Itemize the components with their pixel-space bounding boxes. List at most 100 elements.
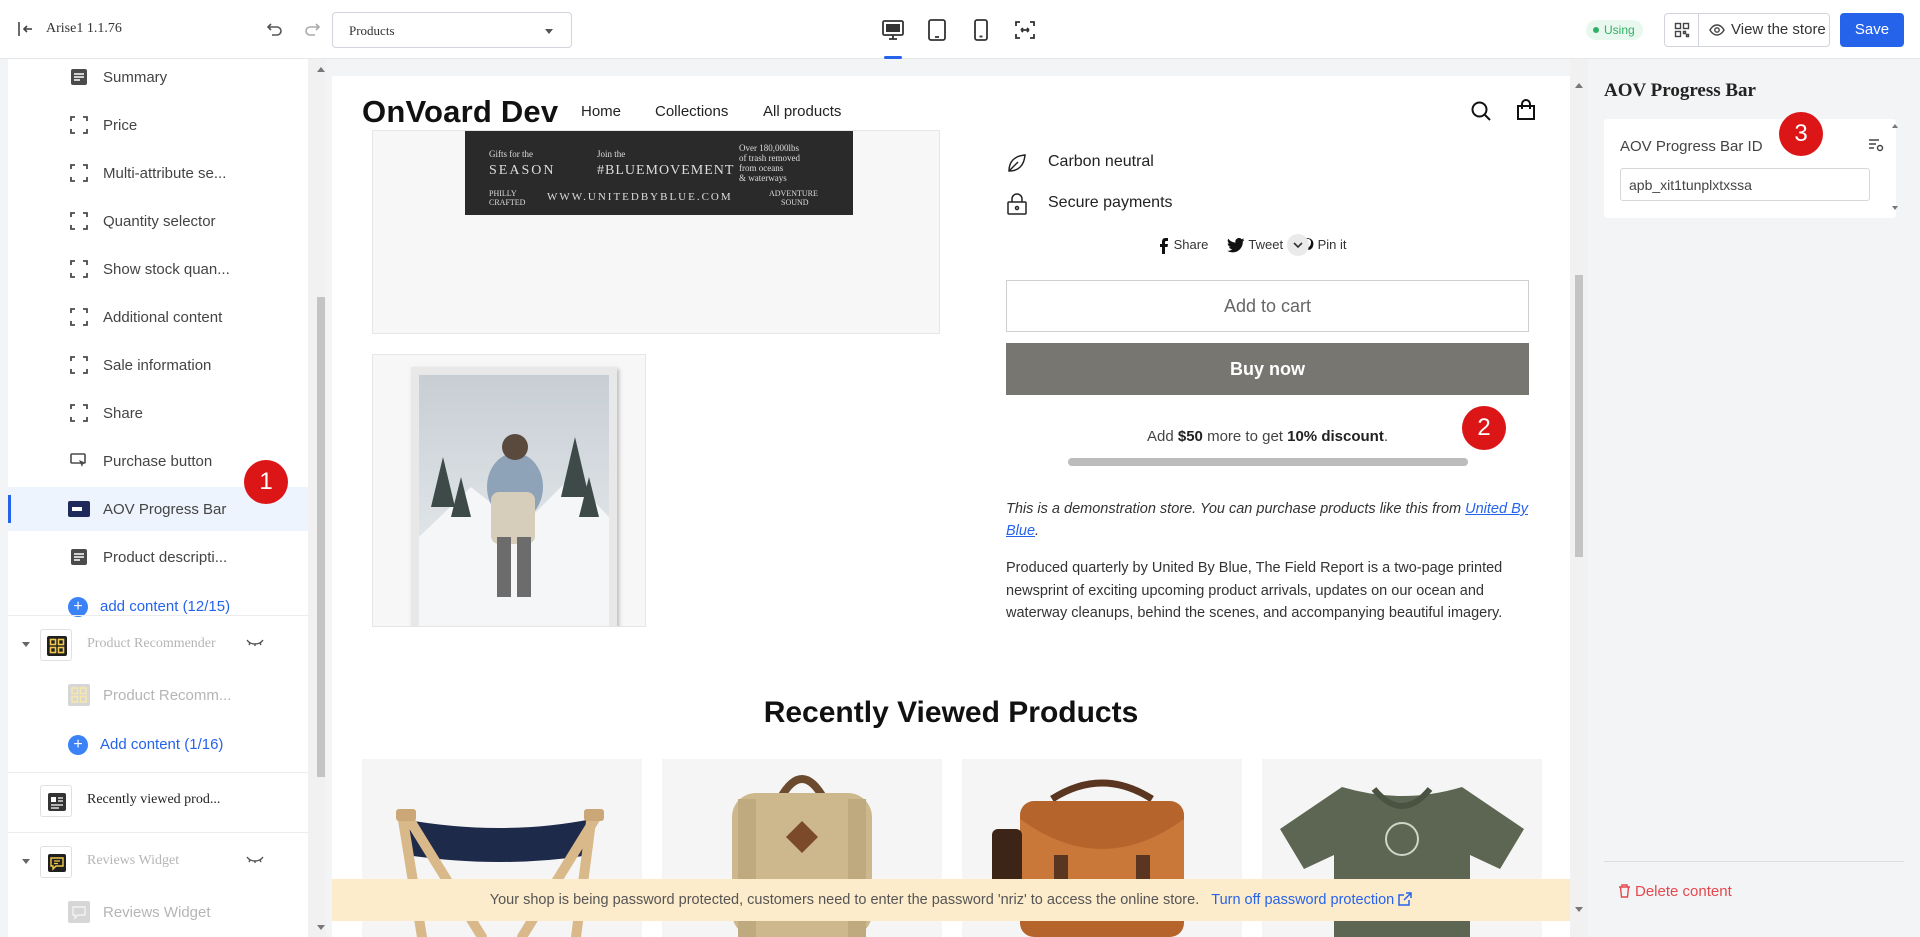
- panel-scroll-up-arrow[interactable]: [1892, 124, 1898, 128]
- sidebar-scrollbar[interactable]: [308, 59, 326, 937]
- section-icon-box: [40, 629, 72, 661]
- aov-progress-bar-id-input[interactable]: [1620, 168, 1870, 201]
- scroll-up-arrow[interactable]: [1575, 83, 1583, 88]
- app-version: Arise1 1.1.76: [46, 21, 122, 36]
- sidebar-item-show-stock[interactable]: Show stock quan...: [8, 247, 308, 291]
- qr-code-button[interactable]: [1665, 14, 1699, 46]
- sidebar-item-label: Share: [103, 405, 144, 422]
- poster-text: Gifts for the: [489, 149, 533, 159]
- step-marker-3: 3: [1779, 112, 1823, 156]
- sidebar-item-label: Price: [103, 117, 138, 134]
- fullscreen-view-button[interactable]: [1012, 17, 1038, 43]
- section-icon-box: [40, 785, 72, 817]
- caret-down-icon[interactable]: [22, 859, 30, 864]
- leaf-icon: [1008, 154, 1026, 172]
- poster-text: of trash removed: [739, 153, 800, 163]
- shopping-bag-icon[interactable]: [1515, 99, 1537, 121]
- store-logo[interactable]: OnVoard Dev: [362, 94, 558, 130]
- desktop-view-button[interactable]: [880, 17, 906, 43]
- scroll-down-arrow[interactable]: [317, 925, 325, 930]
- banner-link-label: Turn off password protection: [1211, 892, 1395, 908]
- trash-icon: [1619, 884, 1630, 898]
- buy-now-button[interactable]: Buy now: [1006, 343, 1529, 395]
- mobile-view-button[interactable]: [968, 17, 994, 43]
- tablet-landscape-view-button[interactable]: [924, 17, 950, 43]
- hidden-eye-icon[interactable]: [246, 855, 264, 865]
- demo-notice: This is a demonstration store. You can p…: [1006, 498, 1536, 542]
- caret-down-icon[interactable]: [22, 642, 30, 647]
- add-content-button-2[interactable]: + Add content (1/16): [8, 727, 308, 763]
- sidebar-item-summary[interactable]: Summary: [8, 59, 308, 99]
- grid-icon: [47, 636, 67, 656]
- sidebar-item-quantity-selector[interactable]: Quantity selector: [8, 199, 308, 243]
- view-store-button[interactable]: View the store: [1699, 14, 1829, 46]
- share-more-button[interactable]: [1287, 234, 1309, 256]
- field-label: AOV Progress Bar ID: [1620, 138, 1763, 155]
- share-label: Tweet: [1248, 237, 1284, 252]
- delete-label: Delete content: [1635, 883, 1732, 900]
- section-product-recommender[interactable]: Product Recommender: [8, 619, 308, 671]
- sidebar-item-price[interactable]: Price: [8, 103, 308, 147]
- canvas-scrollbar[interactable]: [1570, 59, 1588, 937]
- sidebar-item-label: Multi-attribute se...: [103, 165, 227, 182]
- nav-all-products[interactable]: All products: [763, 103, 841, 120]
- undo-icon[interactable]: [266, 20, 284, 38]
- nav-home[interactable]: Home: [581, 103, 621, 120]
- sidebar-item-additional-content[interactable]: Additional content: [8, 295, 308, 339]
- feature-label: Carbon neutral: [1048, 153, 1154, 170]
- share-twitter[interactable]: Tweet: [1227, 237, 1283, 253]
- share-facebook[interactable]: Share: [1158, 237, 1208, 254]
- poster-text: from oceans: [739, 163, 784, 173]
- sidebar-item-reviews-widget-child[interactable]: Reviews Widget: [8, 890, 308, 934]
- review-icon: [68, 901, 90, 923]
- expand-icon: [1015, 21, 1035, 39]
- text-block-icon: [71, 549, 87, 565]
- delete-content-button[interactable]: Delete content: [1618, 883, 1732, 900]
- exit-icon[interactable]: [16, 20, 34, 38]
- settings-card: AOV Progress Bar ID: [1604, 119, 1896, 218]
- scroll-down-arrow[interactable]: [1575, 907, 1583, 912]
- nav-collections[interactable]: Collections: [655, 103, 728, 120]
- product-image-main[interactable]: Gifts for the SEASON Join the #BLUEMOVEM…: [372, 130, 940, 334]
- plus-icon: +: [68, 735, 88, 755]
- turn-off-password-link[interactable]: Turn off password protection: [1211, 892, 1412, 908]
- add-to-cart-button[interactable]: Add to cart: [1006, 280, 1529, 332]
- search-icon[interactable]: [1470, 100, 1492, 122]
- store-preview: OnVoard Dev Home Collections All product…: [332, 76, 1570, 937]
- page-select[interactable]: Products: [332, 12, 572, 48]
- sidebar-item-sale-information[interactable]: Sale information: [8, 343, 308, 387]
- panel-scroll-down-arrow[interactable]: [1892, 206, 1898, 210]
- frame-icon: [70, 404, 88, 422]
- sidebar-item-share[interactable]: Share: [8, 391, 308, 435]
- lock-icon: [1007, 193, 1027, 215]
- sidebar-item-product-recommender-child[interactable]: Product Recomm...: [8, 673, 308, 717]
- product-description: Produced quarterly by United By Blue, Th…: [1006, 560, 1503, 621]
- twitter-icon: [1227, 238, 1245, 253]
- step-marker-1: 1: [244, 460, 288, 504]
- redo-icon[interactable]: [303, 20, 321, 38]
- scroll-up-arrow[interactable]: [317, 67, 325, 72]
- section-recently-viewed[interactable]: Recently viewed prod...: [8, 775, 308, 827]
- recently-viewed-title: Recently Viewed Products: [763, 696, 1139, 729]
- divider: [8, 615, 308, 616]
- top-bar: Arise1 1.1.76 Products Using View the st…: [0, 0, 1920, 59]
- magazine-illustration: [419, 375, 609, 626]
- demo-end: .: [1035, 523, 1040, 539]
- status-badge: Using: [1586, 20, 1643, 40]
- section-reviews-widget[interactable]: Reviews Widget: [8, 836, 308, 888]
- aov-progress-fill: [1068, 458, 1468, 466]
- hidden-eye-icon[interactable]: [246, 638, 264, 648]
- chevron-down-icon: [1293, 242, 1303, 249]
- aov-suffix: .: [1383, 428, 1388, 445]
- product-photo: [411, 367, 617, 626]
- scroll-thumb[interactable]: [1575, 275, 1583, 557]
- add-content-label: Add content (1/16): [100, 736, 224, 753]
- caret-down-icon: [545, 29, 553, 34]
- scroll-thumb[interactable]: [317, 297, 325, 777]
- sidebar-item-label: Additional content: [103, 309, 223, 326]
- list-settings-icon[interactable]: [1868, 138, 1884, 152]
- sidebar-item-product-description[interactable]: Product descripti...: [8, 535, 308, 579]
- sidebar-item-multi-attribute[interactable]: Multi-attribute se...: [8, 151, 308, 195]
- product-image-thumb[interactable]: [372, 354, 646, 627]
- save-button[interactable]: Save: [1840, 13, 1904, 47]
